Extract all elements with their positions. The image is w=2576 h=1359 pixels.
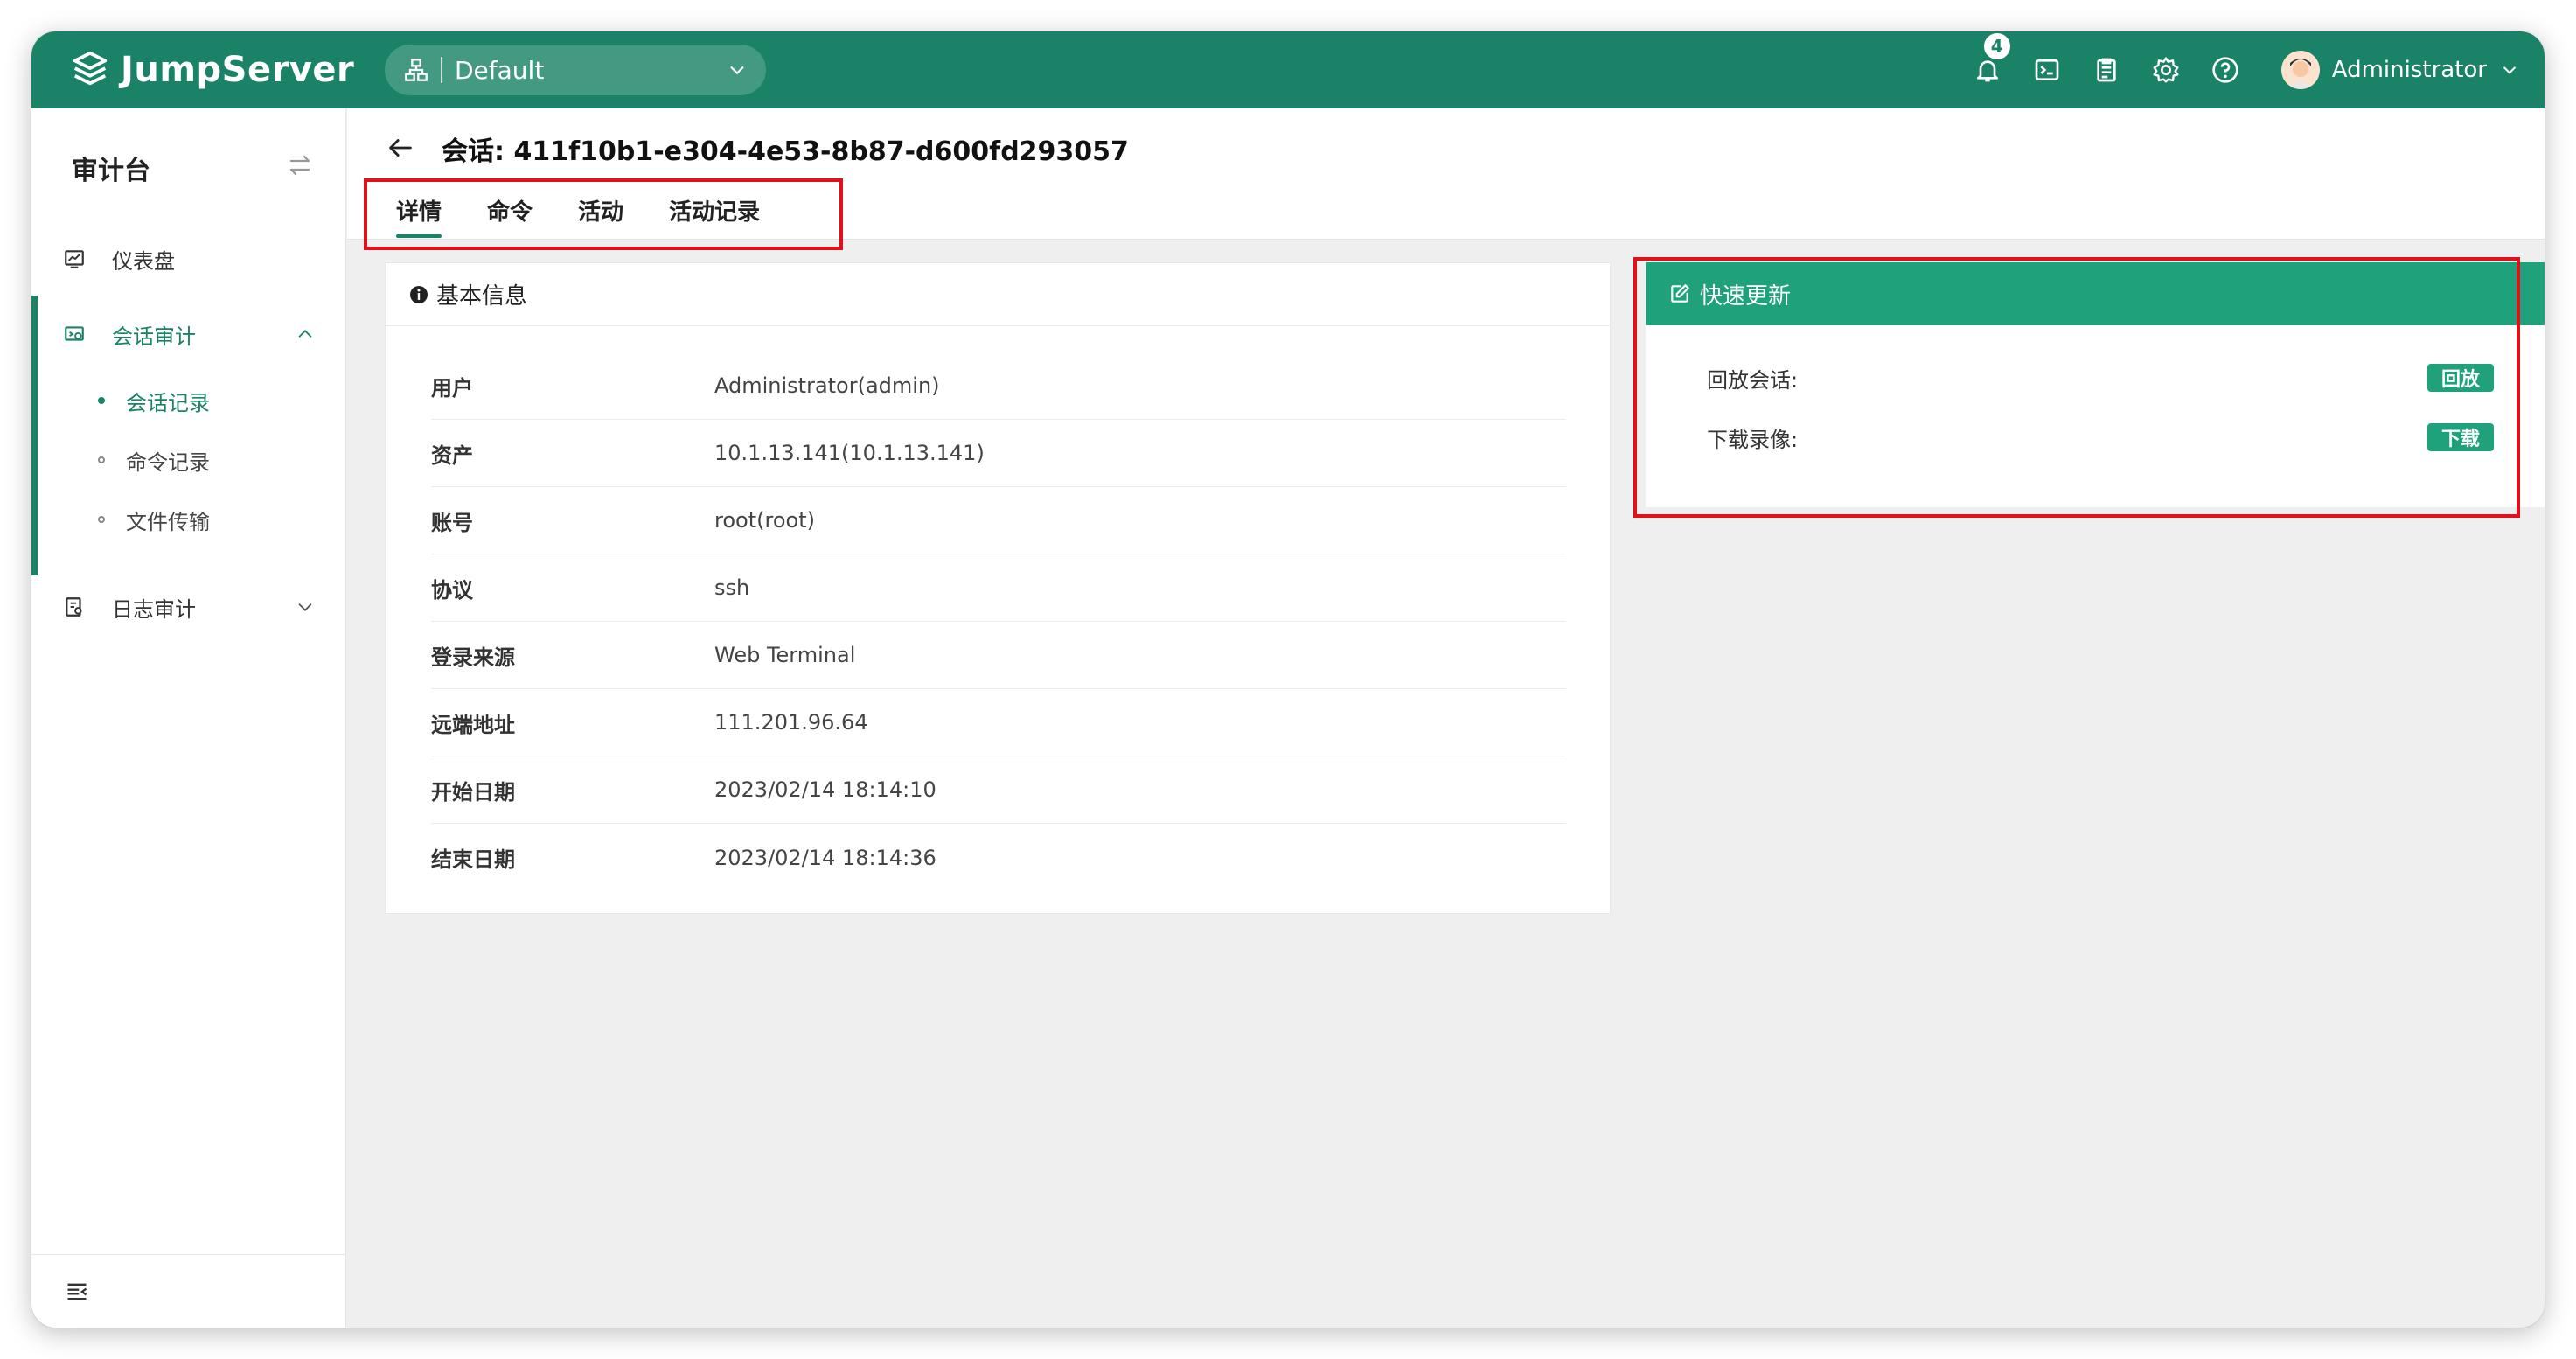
info-value: 10.1.13.141(10.1.13.141) xyxy=(714,441,985,465)
top-navbar: JumpServer Default 4 Administrator xyxy=(31,31,2545,108)
info-value: 2023/02/14 18:14:10 xyxy=(714,777,936,802)
card-title: 基本信息 xyxy=(436,283,528,310)
settings-button[interactable] xyxy=(2150,54,2182,86)
info-row: 资产 10.1.13.141(10.1.13.141) xyxy=(431,420,1566,487)
notification-badge: 4 xyxy=(1981,31,2012,61)
info-row: 开始日期 2023/02/14 18:14:10 xyxy=(431,756,1566,824)
info-row: 用户 Administrator(admin) xyxy=(431,352,1566,420)
session-audit-icon xyxy=(65,326,84,341)
info-row: 登录来源 Web Terminal xyxy=(431,622,1566,689)
sidebar-title: 审计台 xyxy=(72,156,150,186)
sidebar-item-label: 会话审计 xyxy=(112,324,196,349)
sidebar-item-label: 日志审计 xyxy=(112,596,196,622)
switch-view-icon[interactable] xyxy=(287,152,313,178)
highlight-box-quick-update xyxy=(1633,257,2520,518)
logo-icon xyxy=(73,51,108,86)
info-key: 远端地址 xyxy=(431,712,515,737)
info-key: 用户 xyxy=(431,375,473,401)
info-row: 结束日期 2023/02/14 18:14:36 xyxy=(431,824,1566,891)
sidebar-footer xyxy=(31,1254,346,1328)
sidebar-subitem-label: 文件传输 xyxy=(126,509,210,534)
org-tree-icon xyxy=(405,59,428,81)
info-row: 账号 root(root) xyxy=(431,487,1566,554)
chevron-down-icon xyxy=(298,603,312,611)
avatar-icon xyxy=(2280,51,2320,89)
user-menu[interactable]: Administrator xyxy=(2280,51,2518,89)
log-audit-icon xyxy=(66,597,82,617)
info-key: 资产 xyxy=(431,443,473,468)
info-value: Administrator(admin) xyxy=(714,373,940,398)
info-value: root(root) xyxy=(714,508,815,533)
notifications-button[interactable]: 4 xyxy=(1972,31,2012,86)
back-arrow-icon[interactable] xyxy=(386,133,415,163)
help-button[interactable] xyxy=(2210,54,2241,86)
sidebar-subitem-label: 会话记录 xyxy=(126,390,210,415)
card-header: 基本信息 xyxy=(386,263,1610,326)
sidebar-item-session-audit[interactable]: 会话审计 xyxy=(31,303,346,366)
sidebar-item-label: 仪表盘 xyxy=(112,248,175,274)
bullet-icon xyxy=(98,516,105,523)
info-list: 用户 Administrator(admin) 资产 10.1.13.141(1… xyxy=(431,352,1566,891)
chevron-up-icon xyxy=(298,330,312,338)
info-value: Web Terminal xyxy=(714,643,856,667)
info-key: 登录来源 xyxy=(431,645,515,670)
avatar xyxy=(2280,51,2320,89)
bullet-icon xyxy=(98,397,105,404)
web-terminal-button[interactable] xyxy=(2031,54,2063,86)
menu-collapse-icon[interactable] xyxy=(65,1279,89,1304)
info-value: 111.201.96.64 xyxy=(714,710,868,735)
info-row: 协议 ssh xyxy=(431,554,1566,622)
info-value: 2023/02/14 18:14:36 xyxy=(714,845,936,870)
tickets-button[interactable] xyxy=(2091,54,2122,86)
info-key: 结束日期 xyxy=(431,847,515,872)
terminal-icon xyxy=(2035,59,2059,80)
sidebar-subitem-command-records[interactable]: 命令记录 xyxy=(31,430,346,490)
dashboard-icon xyxy=(65,250,84,268)
sidebar-subitem-file-transfer[interactable]: 文件传输 xyxy=(31,490,346,549)
top-actions: 4 Administrator xyxy=(1972,31,2545,108)
page-title: 会话: 411f10b1-e304-4e53-8b87-d600fd293057 xyxy=(442,136,1129,167)
logo-text: JumpServer xyxy=(121,50,355,90)
info-key: 账号 xyxy=(431,510,473,535)
info-row: 远端地址 111.201.96.64 xyxy=(431,689,1566,756)
settings-icon xyxy=(2153,57,2179,83)
chevron-down-icon xyxy=(2503,66,2516,74)
sidebar-item-dashboard[interactable]: 仪表盘 xyxy=(31,227,346,290)
basic-info-card: 基本信息 用户 Administrator(admin) 资产 10.1.13.… xyxy=(385,262,1611,914)
username: Administrator xyxy=(2331,57,2487,83)
info-value: ssh xyxy=(714,575,750,600)
organization-value: Default xyxy=(455,55,545,85)
highlight-box-tabs xyxy=(364,178,843,250)
clipboard-icon xyxy=(2097,58,2116,82)
info-key: 开始日期 xyxy=(431,779,515,805)
organization-select[interactable]: Default xyxy=(385,45,766,95)
help-icon xyxy=(2212,57,2238,83)
sidebar-item-log-audit[interactable]: 日志审计 xyxy=(31,575,346,638)
app-window: JumpServer Default 4 Administrator 审计台 仪… xyxy=(31,31,2545,1328)
logo[interactable]: JumpServer xyxy=(70,47,354,93)
sidebar: 审计台 仪表盘 会话审计 会话记录 命令记录 文件传输 日志审计 xyxy=(31,108,346,1328)
info-key: 协议 xyxy=(431,577,473,603)
sidebar-subitem-session-records[interactable]: 会话记录 xyxy=(31,371,346,430)
info-circle-icon xyxy=(410,285,428,303)
sidebar-subitem-label: 命令记录 xyxy=(126,450,210,475)
chevron-down-icon xyxy=(730,66,744,75)
divider xyxy=(441,57,442,83)
bullet-icon xyxy=(98,456,105,463)
